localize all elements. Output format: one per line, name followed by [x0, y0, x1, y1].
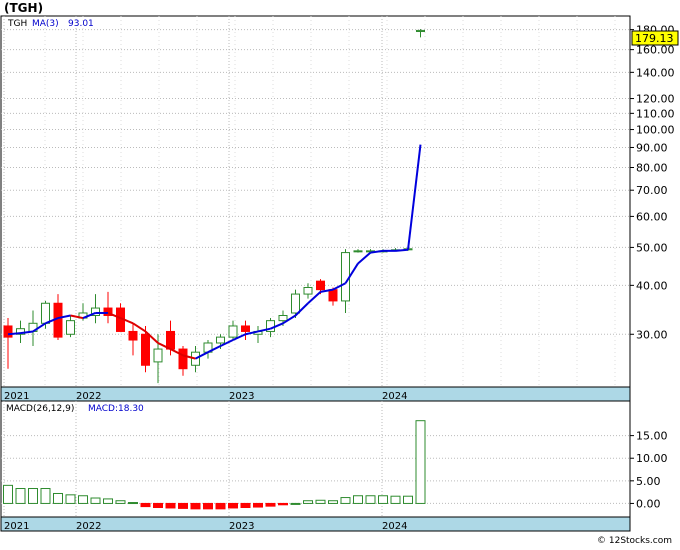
candle-body [141, 333, 150, 366]
macd-y-tick-label: 15.00 [636, 430, 668, 443]
macd-bar [303, 500, 313, 504]
candle-body [128, 330, 138, 341]
candle-body [166, 330, 175, 350]
price-x-tick-label: 2024 [382, 391, 407, 402]
candle-body [416, 29, 425, 33]
ma-segment [7, 332, 21, 336]
candle-body [178, 348, 188, 370]
macd-x-tick-label: 2022 [76, 521, 101, 532]
macd-bar [65, 494, 76, 504]
macd-bar [415, 420, 426, 504]
ma-segment [395, 248, 409, 252]
price-y-tick-label: 60.00 [636, 210, 668, 223]
candle-body [216, 336, 225, 344]
macd-bar [240, 502, 251, 509]
price-y-tick-label: 70.00 [636, 184, 668, 197]
macd-bar [315, 499, 326, 504]
macd-bar [278, 502, 288, 506]
macd-y-tick-label: 5.00 [636, 475, 661, 488]
price-y-tick-label: 110.00 [636, 107, 675, 120]
price-y-tick-label: 100.00 [636, 124, 675, 137]
macd-bar [90, 497, 101, 504]
chart-title: (TGH) [4, 1, 43, 15]
candle-body [66, 320, 75, 335]
price-y-tick-label: 50.00 [636, 241, 668, 254]
candle-body [228, 325, 238, 338]
macd-bar [115, 500, 126, 504]
macd-bar [403, 495, 413, 504]
price-x-tick-label: 2023 [229, 391, 254, 402]
macd-bar [378, 495, 388, 504]
macd-bar [165, 502, 176, 509]
candle-body [153, 348, 163, 363]
price-y-tick-label: 160.00 [636, 44, 675, 57]
macd-legend-label: MACD(26,12,9) [6, 404, 74, 414]
chart-background [0, 0, 680, 546]
macd-bar [28, 488, 38, 504]
price-x-tick-label: 2021 [4, 391, 29, 402]
macd-bar [103, 498, 113, 504]
macd-bar [40, 488, 51, 504]
candle-body [278, 315, 288, 322]
macd-x-tick-label: 2024 [382, 521, 407, 532]
macd-bar [15, 488, 26, 504]
macd-bar [140, 502, 151, 508]
macd-bar [353, 495, 363, 504]
macd-bar [153, 502, 163, 509]
macd-bar [290, 502, 301, 505]
price-y-tick-label: 140.00 [636, 66, 675, 79]
macd-bar [178, 502, 188, 509]
candle-body [291, 293, 300, 314]
current-price-box: 179.13 [631, 30, 679, 46]
macd-bar [203, 502, 213, 510]
candle-body [3, 325, 13, 338]
watermark: © 12Stocks.com [597, 536, 672, 546]
price-y-tick-label: 40.00 [636, 279, 668, 292]
stock-chart: (TGH) 30.00 40.00 50.00 60.00 70.00 80.00 90.0… [0, 0, 680, 546]
candle-body [41, 302, 50, 324]
macd-bar [253, 502, 263, 508]
macd-bar [265, 502, 276, 507]
macd-y-tick-label: 10.00 [636, 452, 668, 465]
macd-bar [328, 500, 338, 504]
current-price-label: 179.13 [635, 32, 674, 45]
macd-bar [390, 495, 401, 504]
macd-bar [3, 484, 13, 504]
macd-bar [228, 502, 238, 509]
macd-x-tick-label: 2023 [229, 521, 254, 532]
price-y-tick-label: 30.00 [636, 328, 668, 341]
candle-body [303, 286, 313, 295]
macd-bar [215, 502, 226, 510]
macd-bar [128, 502, 138, 505]
candle-body [353, 250, 363, 253]
price-y-tick-label: 90.00 [636, 141, 668, 154]
macd-legend-value: MACD:18.30 [88, 404, 144, 414]
macd-bar [53, 492, 63, 504]
price-legend-ma-label: MA(3) [32, 19, 59, 29]
macd-bar [340, 497, 351, 504]
candle-body [316, 280, 325, 291]
chart-root: (TGH) 30.00 40.00 50.00 60.00 70.00 80.00 90.0… [0, 0, 680, 546]
price-x-tick-label: 2022 [76, 391, 101, 402]
price-y-tick-label: 80.00 [636, 161, 668, 174]
macd-y-tick-label: 0.00 [636, 497, 661, 510]
price-legend-ticker: TGH [7, 19, 27, 29]
candle-body [341, 252, 350, 302]
price-y-tick-label: 120.00 [636, 93, 675, 106]
candle-body [241, 325, 250, 332]
price-legend-ma-value: 93.01 [68, 19, 94, 29]
candle-body [328, 289, 338, 302]
macd-bar [190, 502, 201, 510]
macd-bar [365, 495, 376, 504]
macd-bar [78, 495, 88, 504]
macd-x-tick-label: 2021 [4, 521, 29, 532]
